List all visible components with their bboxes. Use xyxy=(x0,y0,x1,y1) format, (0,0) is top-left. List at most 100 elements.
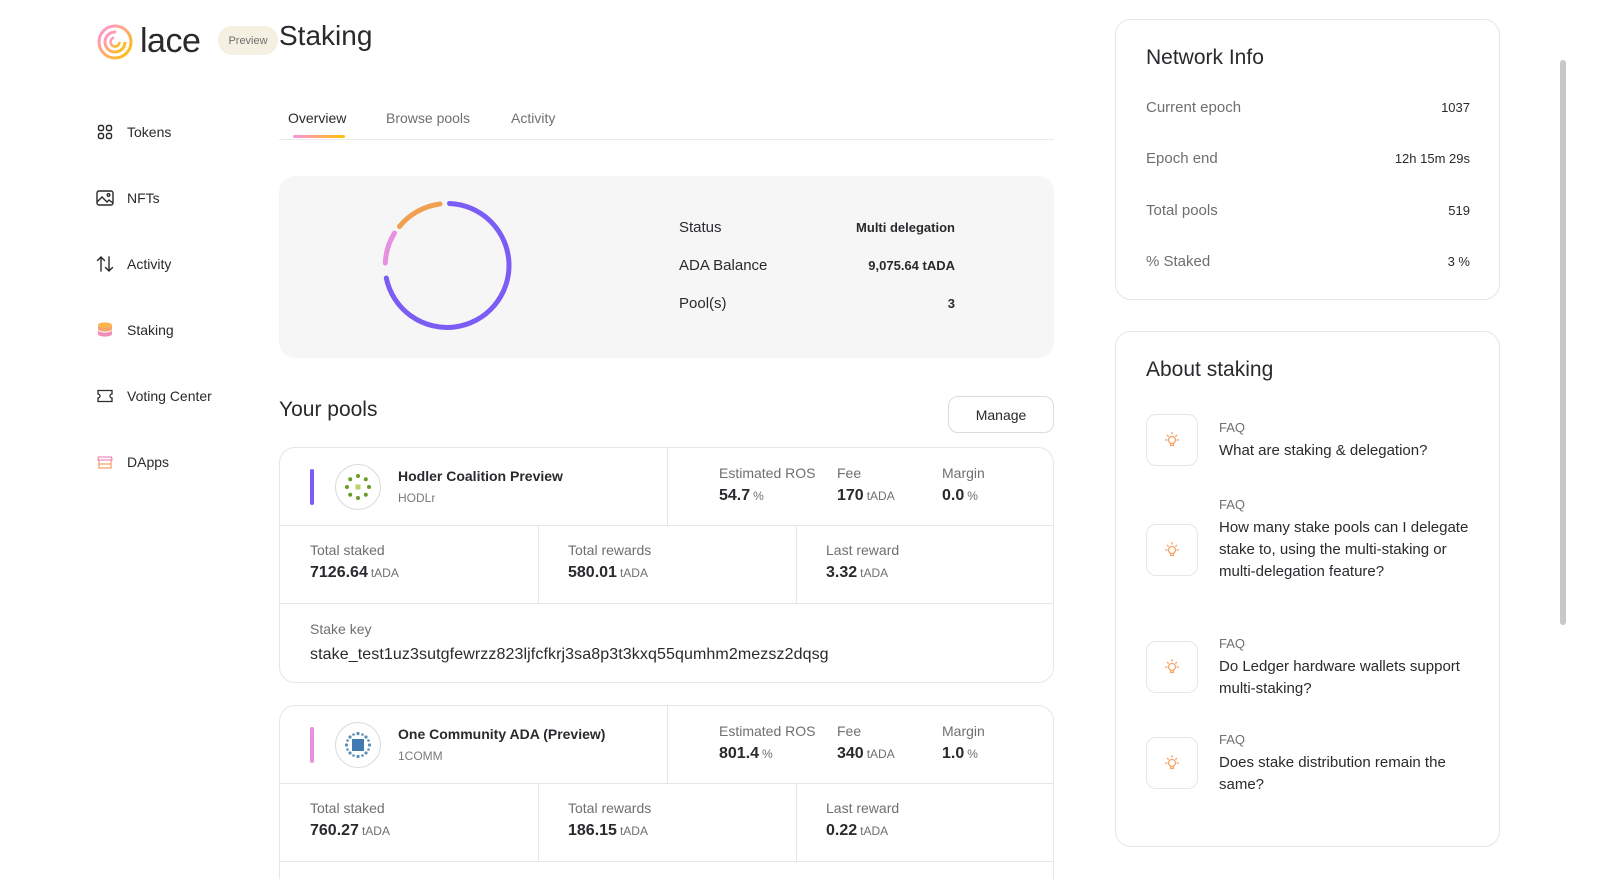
faq-question: What are staking & delegation? xyxy=(1219,442,1428,459)
pools-count-value: 3 xyxy=(947,296,955,311)
status-value: Multi delegation xyxy=(856,220,955,235)
grid-icon xyxy=(95,122,115,142)
tab-activity[interactable]: Activity xyxy=(511,110,555,126)
manage-button[interactable]: Manage xyxy=(948,396,1054,433)
margin-unit: % xyxy=(967,489,978,503)
margin-value: 1.0 xyxy=(942,745,965,762)
faq-item[interactable]: FAQ Do Ledger hardware wallets support m… xyxy=(1146,636,1476,706)
delegation-donut-chart xyxy=(382,201,512,330)
pool-ticker: HODLr xyxy=(398,491,436,505)
fee-unit: tADA xyxy=(866,747,895,761)
tab-overview[interactable]: Overview xyxy=(288,110,346,126)
sidebar-item-label: Tokens xyxy=(127,124,172,140)
pool-header: One Community ADA (Preview) 1COMM Estima… xyxy=(280,706,1053,784)
epoch-end-row: Epoch end 12h 15m 29s xyxy=(1146,150,1470,167)
sidebar-item-label: DApps xyxy=(127,454,170,470)
last-reward-label: Last reward xyxy=(826,542,900,558)
pool-ticker: 1COMM xyxy=(398,749,443,763)
store-icon xyxy=(95,452,115,472)
ni-value: 12h 15m 29s xyxy=(1394,151,1470,166)
ada-balance-value: 9,075.64 tADA xyxy=(868,258,955,273)
sidebar-item-staking[interactable]: Staking xyxy=(95,310,255,350)
tab-browse-pools[interactable]: Browse pools xyxy=(386,110,470,126)
margin-value: 0.0 xyxy=(942,487,965,504)
faq-tag: FAQ xyxy=(1219,636,1246,651)
total-staked-label: Total staked xyxy=(310,542,385,558)
divider xyxy=(667,448,668,526)
current-epoch-row: Current epoch 1037 xyxy=(1146,99,1470,116)
pool-header: Hodler Coalition Preview HODLr Estimated… xyxy=(280,448,1053,526)
pool-card-1comm[interactable]: One Community ADA (Preview) 1COMM Estima… xyxy=(279,705,1054,879)
faq-tag: FAQ xyxy=(1219,420,1246,435)
about-staking-panel: About staking FAQ What are staking & del… xyxy=(1115,331,1500,847)
unit-label: tADA xyxy=(619,566,648,580)
staked-percent-row: % Staked 3 % xyxy=(1146,253,1470,270)
total-rewards-label: Total rewards xyxy=(568,542,652,558)
ros-value: 54.7 xyxy=(719,487,751,504)
image-icon xyxy=(95,188,115,208)
pools-count-label: Pool(s) xyxy=(679,295,727,312)
fee-label: Fee xyxy=(837,465,862,481)
arrows-updown-icon xyxy=(95,254,115,274)
sidebar-item-label: NFTs xyxy=(127,190,160,206)
ticket-icon xyxy=(95,386,115,406)
total-staked-value: 7126.64 xyxy=(310,564,368,581)
pool-rewards-row: Total staked 760.27 tADA Total rewards 18… xyxy=(280,784,1053,862)
ros-value: 801.4 xyxy=(719,745,760,762)
pool-color-bar xyxy=(310,727,314,763)
unit-label: tADA xyxy=(860,566,889,580)
faq-item[interactable]: FAQ What are staking & delegation? xyxy=(1146,414,1476,466)
total-rewards-value: 186.15 xyxy=(568,822,617,839)
lace-logo[interactable]: lace xyxy=(96,22,201,61)
coins-stack-icon xyxy=(95,320,115,340)
total-rewards: Total rewards 580.01 tADA xyxy=(538,526,796,604)
about-staking-title: About staking xyxy=(1146,358,1274,381)
unit-label: tADA xyxy=(361,824,390,838)
total-rewards: Total rewards 186.15 tADA xyxy=(538,784,796,862)
lace-logo-icon xyxy=(97,24,133,59)
unit-label: tADA xyxy=(370,566,399,580)
network-info-panel: Network Info Current epoch 1037 Epoch en… xyxy=(1115,19,1500,300)
sidebar-item-nfts[interactable]: NFTs xyxy=(95,178,255,218)
your-pools-title: Your pools xyxy=(279,398,378,421)
last-reward-value: 0.22 xyxy=(826,822,858,839)
logo-text: lace xyxy=(140,22,201,60)
pool-logo-1comm xyxy=(335,722,381,768)
unit-label: tADA xyxy=(619,824,648,838)
faq-tag: FAQ xyxy=(1219,732,1246,747)
donut-segment-third xyxy=(397,201,443,229)
faq-item[interactable]: FAQ Does stake distribution remain the s… xyxy=(1146,732,1476,802)
lightbulb-icon xyxy=(1146,737,1198,789)
sidebar-item-dapps[interactable]: DApps xyxy=(95,442,255,482)
ni-label: Total pools xyxy=(1146,202,1218,219)
faq-tag: FAQ xyxy=(1219,497,1246,512)
lightbulb-icon xyxy=(1146,641,1198,693)
ros-unit: % xyxy=(762,747,773,761)
page-title: Staking xyxy=(279,20,373,51)
total-staked: Total staked 7126.64 tADA xyxy=(280,526,538,604)
lightbulb-icon xyxy=(1146,414,1198,466)
ros-label: Estimated ROS xyxy=(719,465,816,481)
pool-ros: Estimated ROS 801.4% xyxy=(719,723,815,763)
summary-pools-row: Pool(s) 3 xyxy=(679,295,955,312)
lightbulb-icon xyxy=(1146,524,1198,576)
last-reward: Last reward 0.22 tADA xyxy=(796,784,1053,862)
donut-segment-1comm xyxy=(382,230,397,266)
unit-label: tADA xyxy=(860,824,889,838)
pool-card-hodlr[interactable]: Hodler Coalition Preview HODLr Estimated… xyxy=(279,447,1054,683)
stake-key-label: Stake key xyxy=(310,621,372,637)
ni-value: 3 % xyxy=(1447,254,1470,269)
sidebar-item-activity[interactable]: Activity xyxy=(95,244,255,284)
faq-item[interactable]: FAQ How many stake pools can I delegate … xyxy=(1146,497,1476,607)
faq-question: How many stake pools can I delegate stak… xyxy=(1219,519,1469,580)
pool-margin: Margin 1.0% xyxy=(942,723,985,763)
sidebar-item-tokens[interactable]: Tokens xyxy=(95,112,255,152)
summary-status-row: Status Multi delegation xyxy=(679,219,955,236)
sidebar-item-label: Staking xyxy=(127,322,174,338)
sidebar-item-label: Voting Center xyxy=(127,388,212,404)
sidebar-item-voting-center[interactable]: Voting Center xyxy=(95,376,255,416)
margin-label: Margin xyxy=(942,465,985,481)
page-scrollbar[interactable] xyxy=(1560,60,1566,625)
fee-value: 340 xyxy=(837,745,864,762)
stake-key-row: Stake key stake_test1uz3sutgfewrzz823ljf… xyxy=(280,604,1053,682)
